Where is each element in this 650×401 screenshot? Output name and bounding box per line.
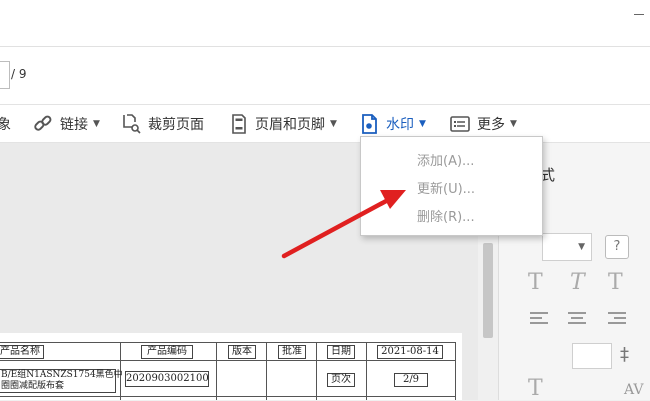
annotation-arrow-icon bbox=[281, 190, 406, 259]
